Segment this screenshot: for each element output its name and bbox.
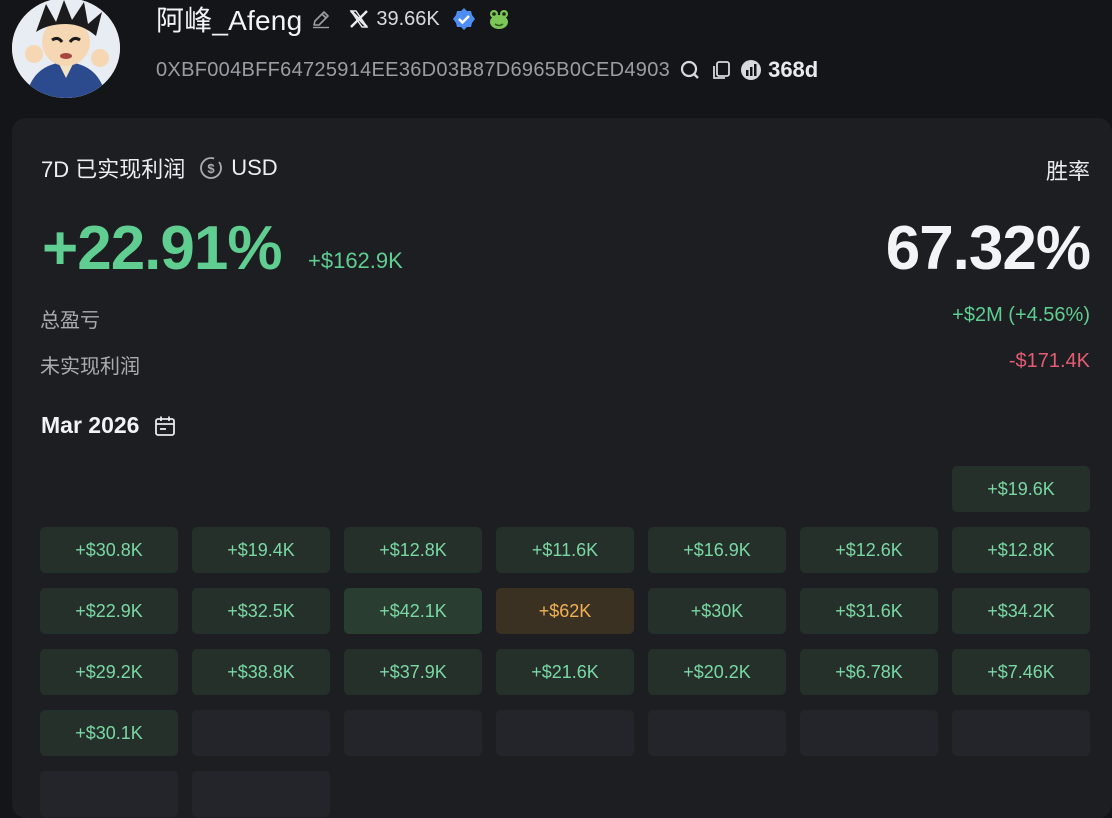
calendar-day-cell[interactable]: +$34.2K bbox=[952, 588, 1090, 634]
calendar-day-cell bbox=[496, 710, 634, 756]
x-followers-count: 39.66K bbox=[376, 7, 440, 30]
calendar-day-cell[interactable]: +$29.2K bbox=[40, 649, 178, 695]
calendar-day-cell[interactable]: +$38.8K bbox=[192, 649, 330, 695]
unrealized-pnl-label: 未实现利润 bbox=[40, 356, 140, 378]
calendar-day-cell bbox=[952, 710, 1090, 756]
calendar-day-cell[interactable]: +$30.8K bbox=[40, 527, 178, 573]
profile-name-row: 阿峰_Afeng 39.66K bbox=[156, 3, 512, 36]
svg-text:$: $ bbox=[208, 161, 216, 176]
calendar-day-cell[interactable]: +$32.5K bbox=[192, 588, 330, 634]
calendar-month-row: Mar 2026 bbox=[41, 412, 177, 439]
total-pnl-value: +$2M (+4.56%) bbox=[952, 304, 1090, 326]
avatar[interactable] bbox=[12, 0, 120, 98]
calendar-day-cell[interactable]: +$12.8K bbox=[344, 527, 482, 573]
calendar-day-cell bbox=[648, 466, 786, 512]
calendar-day-cell bbox=[344, 710, 482, 756]
realized-pnl-amount: +$162.9K bbox=[308, 248, 403, 273]
calendar-day-cell[interactable]: +$7.46K bbox=[952, 649, 1090, 695]
verified-icon bbox=[452, 7, 476, 31]
calendar-day-cell bbox=[192, 771, 330, 817]
calendar-day-cell bbox=[40, 771, 178, 817]
total-pnl-label: 总盈亏 bbox=[40, 310, 100, 332]
frog-icon[interactable] bbox=[486, 6, 512, 32]
wallet-address-row: 0XBF004BFF64725914EE36D03B87D6965B0CED49… bbox=[156, 56, 818, 84]
card-title-row: 7D 已实现利润 $ USD bbox=[41, 152, 278, 184]
winrate-value: 67.32% bbox=[885, 214, 1091, 283]
usd-icon[interactable]: $ bbox=[199, 156, 223, 180]
calendar-day-cell bbox=[648, 771, 786, 817]
calendar-icon[interactable] bbox=[153, 414, 177, 438]
wallet-address[interactable]: 0XBF004BFF64725914EE36D03B87D6965B0CED49… bbox=[156, 59, 670, 82]
profile-name: 阿峰_Afeng bbox=[156, 5, 303, 36]
calendar-day-cell[interactable]: +$21.6K bbox=[496, 649, 634, 695]
currency-toggle[interactable]: USD bbox=[231, 155, 277, 181]
calendar-day-cell[interactable]: +$22.9K bbox=[40, 588, 178, 634]
card-title: 7D 已实现利润 bbox=[41, 157, 186, 182]
wallet-age: 368d bbox=[768, 57, 819, 82]
calendar-day-cell bbox=[192, 710, 330, 756]
realized-pnl-percent: +22.91% bbox=[42, 214, 282, 283]
calendar-day-cell[interactable]: +$30K bbox=[648, 588, 786, 634]
calendar-day-cell[interactable]: +$19.6K bbox=[952, 466, 1090, 512]
x-icon[interactable] bbox=[348, 8, 370, 30]
calendar-day-cell bbox=[800, 771, 938, 817]
calendar-month: Mar 2026 bbox=[41, 412, 140, 438]
calendar-day-cell[interactable]: +$12.8K bbox=[952, 527, 1090, 573]
calendar-day-cell[interactable]: +$6.78K bbox=[800, 649, 938, 695]
calendar-day-cell[interactable]: +$12.6K bbox=[800, 527, 938, 573]
calendar-day-cell[interactable]: +$20.2K bbox=[648, 649, 786, 695]
calendar-day-cell bbox=[344, 771, 482, 817]
calendar-day-cell[interactable]: +$11.6K bbox=[496, 527, 634, 573]
edit-icon[interactable] bbox=[310, 8, 332, 30]
calendar-day-cell bbox=[496, 771, 634, 817]
calendar-day-cell[interactable]: +$19.4K bbox=[192, 527, 330, 573]
calendar-day-cell[interactable]: +$16.9K bbox=[648, 527, 786, 573]
calendar-day-cell[interactable]: +$62K bbox=[496, 588, 634, 634]
search-icon[interactable] bbox=[678, 58, 702, 82]
calendar-day-cell bbox=[952, 771, 1090, 817]
calendar-day-cell bbox=[344, 466, 482, 512]
copy-icon[interactable] bbox=[710, 59, 732, 81]
calendar-day-cell[interactable]: +$30.1K bbox=[40, 710, 178, 756]
unrealized-pnl-value: -$171.4K bbox=[1008, 350, 1090, 372]
pnl-card: 7D 已实现利润 $ USD 胜率 +22.91% +$162.9K 67.32… bbox=[12, 118, 1112, 818]
calendar-day-cell bbox=[800, 466, 938, 512]
winrate-label: 胜率 bbox=[1045, 159, 1090, 184]
calendar-day-cell bbox=[40, 466, 178, 512]
calendar-day-cell[interactable]: +$31.6K bbox=[800, 588, 938, 634]
calendar-day-cell bbox=[192, 466, 330, 512]
calendar-day-cell[interactable]: +$42.1K bbox=[344, 588, 482, 634]
calendar-day-cell[interactable]: +$37.9K bbox=[344, 649, 482, 695]
chart-icon[interactable] bbox=[740, 59, 762, 81]
calendar-day-cell bbox=[800, 710, 938, 756]
calendar-day-cell bbox=[648, 710, 786, 756]
calendar-day-cell bbox=[496, 466, 634, 512]
daily-pnl-calendar: +$19.6K +$30.8K +$19.4K +$12.8K +$11.6K +$16.… bbox=[40, 466, 1090, 817]
